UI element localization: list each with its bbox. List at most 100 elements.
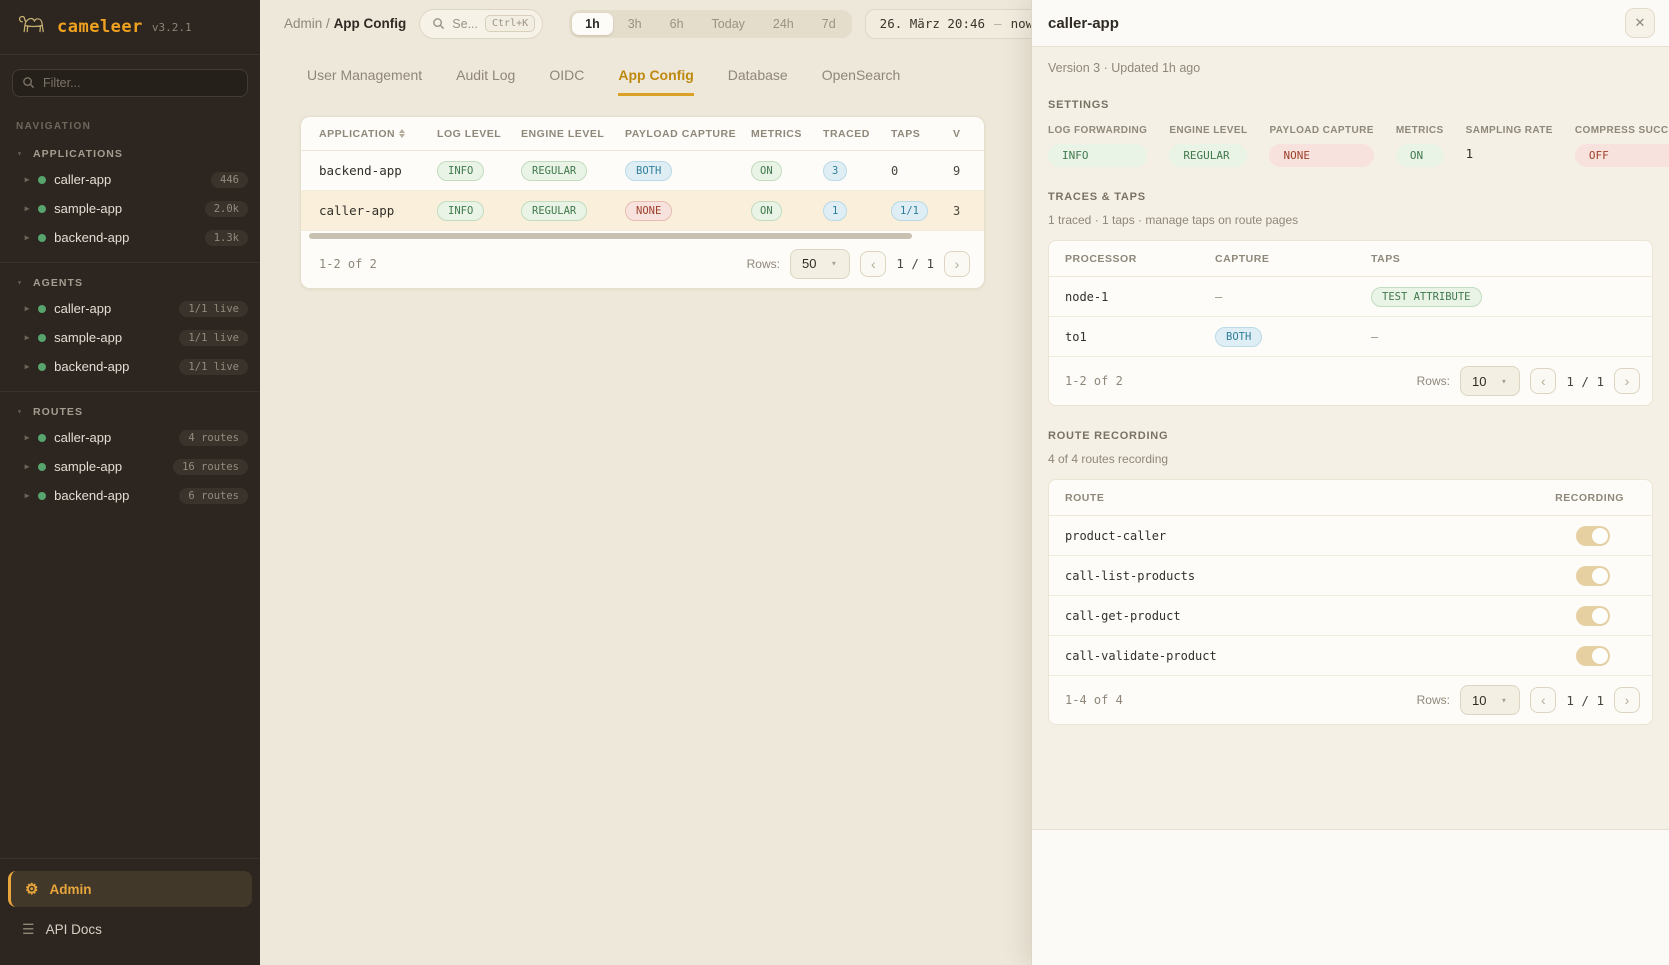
close-button[interactable]: ✕ — [1625, 8, 1655, 38]
group-header-routes[interactable]: ▼ ROUTES — [0, 394, 260, 423]
field-engine-level: ENGINE LEVEL REGULAR — [1169, 125, 1247, 167]
chevron-down-icon: ▼ — [17, 409, 23, 415]
range-24h[interactable]: 24h — [760, 13, 807, 35]
chevron-right-icon[interactable]: ▶ — [25, 334, 30, 340]
col-application[interactable]: APPLICATION — [319, 128, 437, 140]
date-to: now — [1011, 16, 1034, 31]
range-7d[interactable]: 7d — [809, 13, 849, 35]
tab-user-management[interactable]: User Management — [307, 67, 422, 96]
recording-toggle[interactable] — [1576, 646, 1610, 666]
next-page-button[interactable]: › — [1614, 687, 1640, 713]
prev-page-button[interactable]: ‹ — [860, 251, 886, 277]
col-payload-capture[interactable]: PAYLOAD CAPTURE — [625, 128, 751, 140]
sidebar-item-agent-sample[interactable]: ▶ sample-app 1/1 live — [0, 323, 260, 352]
count-badge: 2.0k — [205, 201, 248, 217]
settings-heading: SETTINGS — [1048, 99, 1653, 111]
rows-per-page-select[interactable]: 50 ▼ — [790, 249, 850, 279]
sidebar-item-route-backend[interactable]: ▶ backend-app 6 routes — [0, 481, 260, 510]
taps-value: 0 — [891, 164, 953, 178]
chevron-right-icon[interactable]: ▶ — [25, 305, 30, 311]
settings-fields: LOG FORWARDING INFO ENGINE LEVEL REGULAR… — [1048, 125, 1653, 167]
chevron-right-icon[interactable]: ▶ — [25, 463, 30, 469]
tab-oidc[interactable]: OIDC — [549, 67, 584, 96]
sidebar-item-api-docs[interactable]: ☰ API Docs — [8, 911, 252, 947]
rows-per-page-select[interactable]: 10 ▼ — [1460, 366, 1520, 396]
setting-value-pill: INFO — [1048, 144, 1147, 167]
sidebar-item-admin[interactable]: ⚙ Admin — [8, 871, 252, 907]
chevron-right-icon[interactable]: ▶ — [25, 492, 30, 498]
col-version[interactable]: V — [953, 128, 983, 140]
sidebar-item-app-sample[interactable]: ▶ sample-app 2.0k — [0, 194, 260, 223]
app-logo-row[interactable]: cameleer v3.2.1 — [0, 0, 260, 55]
group-header-agents[interactable]: ▼ AGENTS — [0, 265, 260, 294]
range-1h[interactable]: 1h — [572, 13, 613, 35]
tab-opensearch[interactable]: OpenSearch — [822, 67, 901, 96]
sidebar-item-app-caller[interactable]: ▶ caller-app 446 — [0, 165, 260, 194]
traces-header-row: PROCESSOR CAPTURE TAPS — [1049, 241, 1652, 277]
next-page-button[interactable]: › — [1614, 368, 1640, 394]
metrics-pill: ON — [751, 201, 782, 221]
main-content: Admin / App Config Se... Ctrl+K 1h 3h 6h… — [260, 0, 1031, 965]
chevron-right-icon[interactable]: ▶ — [25, 234, 30, 240]
field-sampling-rate: SAMPLING RATE 1 — [1466, 125, 1553, 161]
sidebar-item-agent-caller[interactable]: ▶ caller-app 1/1 live — [0, 294, 260, 323]
range-6h[interactable]: 6h — [657, 13, 697, 35]
app-name: cameleer — [57, 17, 143, 37]
chevron-right-icon[interactable]: ▶ — [25, 363, 30, 369]
routes-badge: 4 routes — [179, 430, 248, 446]
table-row-caller-app[interactable]: caller-app INFO REGULAR NONE ON 1 1/1 3 — [301, 191, 984, 231]
row-range: 1-2 of 2 — [319, 257, 377, 271]
col-traced[interactable]: TRACED — [823, 128, 891, 140]
traces-row-node-1[interactable]: node-1 — TEST ATTRIBUTE — [1049, 277, 1652, 317]
table-row-backend-app[interactable]: backend-app INFO REGULAR BOTH ON 3 0 9 — [301, 151, 984, 191]
global-search[interactable]: Se... Ctrl+K — [419, 9, 543, 39]
routes-badge: 16 routes — [173, 459, 248, 475]
col-engine-level[interactable]: ENGINE LEVEL — [521, 128, 625, 140]
sidebar-item-route-sample[interactable]: ▶ sample-app 16 routes — [0, 452, 260, 481]
payload-pill: BOTH — [625, 161, 672, 181]
date-from: 26. März 20:46 — [880, 16, 985, 31]
prev-page-button[interactable]: ‹ — [1530, 368, 1556, 394]
traces-row-to1[interactable]: to1 BOTH — — [1049, 317, 1652, 357]
recording-toggle[interactable] — [1576, 606, 1610, 626]
status-dot — [38, 176, 46, 184]
recording-toggle[interactable] — [1576, 566, 1610, 586]
tab-app-config[interactable]: App Config — [618, 67, 693, 96]
group-header-applications[interactable]: ▼ APPLICATIONS — [0, 136, 260, 165]
live-badge: 1/1 live — [179, 330, 248, 346]
tab-database[interactable]: Database — [728, 67, 788, 96]
panel-title: caller-app — [1048, 15, 1119, 32]
tab-audit-log[interactable]: Audit Log — [456, 67, 515, 96]
rows-per-page-select[interactable]: 10 ▼ — [1460, 685, 1520, 715]
traces-table: PROCESSOR CAPTURE TAPS node-1 — TEST ATT… — [1048, 240, 1653, 406]
navigation-label: NAVIGATION — [0, 105, 260, 136]
field-compress-success: COMPRESS SUCCESS OFF — [1575, 125, 1669, 167]
recording-toggle[interactable] — [1576, 526, 1610, 546]
col-metrics[interactable]: METRICS — [751, 128, 823, 140]
setting-value-pill: ON — [1396, 144, 1444, 167]
traced-pill: 3 — [823, 161, 847, 181]
range-today[interactable]: Today — [699, 13, 758, 35]
breadcrumb-root[interactable]: Admin — [284, 16, 322, 31]
sidebar-item-agent-backend[interactable]: ▶ backend-app 1/1 live — [0, 352, 260, 381]
range-3h[interactable]: 3h — [615, 13, 655, 35]
app-version: v3.2.1 — [152, 21, 192, 34]
status-dot — [38, 492, 46, 500]
sidebar-item-app-backend[interactable]: ▶ backend-app 1.3k — [0, 223, 260, 252]
col-taps[interactable]: TAPS — [891, 128, 953, 140]
next-page-button[interactable]: › — [944, 251, 970, 277]
date-range-picker[interactable]: 26. März 20:46 — now — [865, 9, 1048, 39]
sidebar-item-route-caller[interactable]: ▶ caller-app 4 routes — [0, 423, 260, 452]
status-dot — [38, 305, 46, 313]
page-indicator: 1 / 1 — [1566, 374, 1604, 389]
col-log-level[interactable]: LOG LEVEL — [437, 128, 521, 140]
search-icon — [22, 76, 35, 89]
chevron-right-icon[interactable]: ▶ — [25, 205, 30, 211]
route-row-call-list-products: call-list-products — [1049, 556, 1652, 596]
chevron-right-icon[interactable]: ▶ — [25, 176, 30, 182]
metrics-pill: ON — [751, 161, 782, 181]
chevron-right-icon[interactable]: ▶ — [25, 434, 30, 440]
prev-page-button[interactable]: ‹ — [1530, 687, 1556, 713]
filter-input[interactable] — [12, 69, 248, 97]
sidebar: cameleer v3.2.1 NAVIGATION ▼ APPLICATION… — [0, 0, 260, 965]
